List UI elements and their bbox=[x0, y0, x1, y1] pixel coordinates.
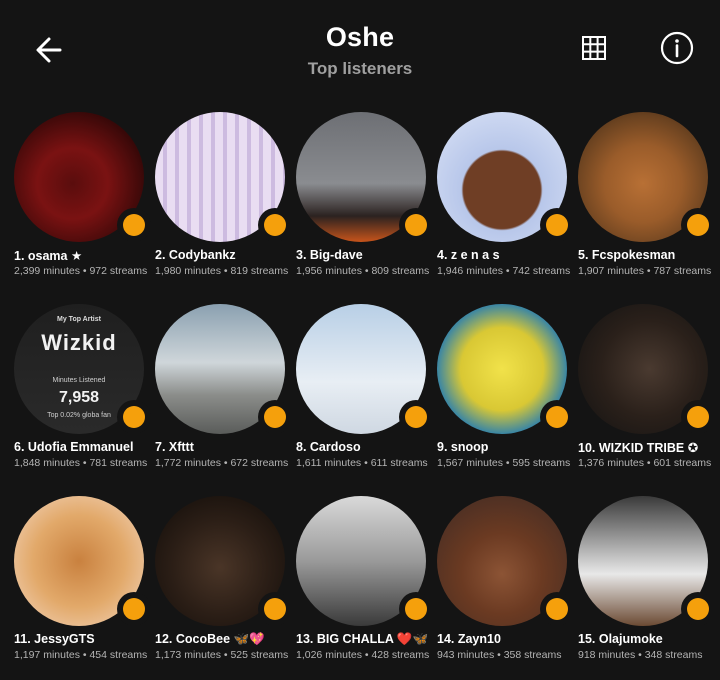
listener-card[interactable]: 14. Zayn10 943 minutes • 358 streams bbox=[437, 494, 578, 674]
badge-dot bbox=[399, 592, 433, 626]
listener-name: 10. WIZKID TRIBE ✪ bbox=[578, 441, 699, 455]
listener-name: 4. z e n a s bbox=[437, 248, 500, 262]
listener-stats: 1,907 minutes • 787 streams bbox=[578, 265, 712, 277]
listener-name: 5. Fcspokesman bbox=[578, 248, 676, 262]
listener-card[interactable]: 13. BIG CHALLA ❤️🦋 1,026 minutes • 428 s… bbox=[296, 494, 437, 674]
listener-name: 13. BIG CHALLA ❤️🦋 bbox=[296, 632, 429, 646]
page-subtitle: Top listeners bbox=[307, 59, 413, 78]
listener-card[interactable]: 10. WIZKID TRIBE ✪ 1,376 minutes • 601 s… bbox=[578, 302, 719, 482]
listener-stats: 1,197 minutes • 454 streams bbox=[14, 649, 148, 661]
listener-stats: 1,946 minutes • 742 streams bbox=[437, 265, 571, 277]
listener-stats: 2,399 minutes • 972 streams bbox=[14, 265, 148, 277]
badge-dot bbox=[399, 208, 433, 242]
listener-name: 6. Udofia Emmanuel bbox=[14, 440, 134, 454]
listener-stats: 1,567 minutes • 595 streams bbox=[437, 457, 571, 469]
listener-stats: 1,026 minutes • 428 streams bbox=[296, 649, 430, 661]
listener-name: 14. Zayn10 bbox=[437, 632, 501, 646]
minutes-caption: Minutes Listened bbox=[52, 377, 106, 384]
listener-card[interactable]: 11. JessyGTS 1,197 minutes • 454 streams bbox=[14, 494, 155, 674]
listener-stats: 1,848 minutes • 781 streams bbox=[14, 457, 148, 469]
listener-card[interactable]: 12. CocoBee 🦋💖 1,173 minutes • 525 strea… bbox=[155, 494, 296, 674]
listener-card[interactable]: 1. osama ★ 2,399 minutes • 972 streams bbox=[14, 110, 155, 290]
listener-card[interactable]: 5. Fcspokesman 1,907 minutes • 787 strea… bbox=[578, 110, 719, 290]
listener-name: 12. CocoBee 🦋💖 bbox=[155, 632, 265, 646]
listener-card[interactable]: 4. z e n a s 1,946 minutes • 742 streams bbox=[437, 110, 578, 290]
listener-card[interactable]: 7. Xfttt 1,772 minutes • 672 streams bbox=[155, 302, 296, 482]
listener-name: 11. JessyGTS bbox=[14, 632, 95, 646]
listener-stats: 1,611 minutes • 611 streams bbox=[296, 457, 428, 469]
listener-card[interactable]: 8. Cardoso 1,611 minutes • 611 streams bbox=[296, 302, 437, 482]
listener-card[interactable]: 3. Big-dave 1,956 minutes • 809 streams bbox=[296, 110, 437, 290]
grid-view-icon[interactable] bbox=[580, 34, 608, 62]
listener-card[interactable]: 2. Codybankz 1,980 minutes • 819 streams bbox=[155, 110, 296, 290]
listener-stats: 1,772 minutes • 672 streams bbox=[155, 457, 289, 469]
badge-dot bbox=[117, 592, 151, 626]
listener-name: 1. osama ★ bbox=[14, 249, 83, 263]
badge-dot bbox=[258, 592, 292, 626]
badge-dot bbox=[540, 400, 574, 434]
top-artist-caption: My Top Artist bbox=[57, 316, 101, 323]
badge-dot bbox=[258, 400, 292, 434]
listener-stats: 1,956 minutes • 809 streams bbox=[296, 265, 430, 277]
listener-stats: 1,980 minutes • 819 streams bbox=[155, 265, 289, 277]
listener-name: 9. snoop bbox=[437, 440, 489, 454]
badge-dot bbox=[540, 208, 574, 242]
badge-dot bbox=[117, 208, 151, 242]
badge-dot bbox=[258, 208, 292, 242]
badge-dot bbox=[540, 592, 574, 626]
badge-dot bbox=[681, 208, 715, 242]
badge-dot bbox=[681, 592, 715, 626]
listener-stats: 943 minutes • 358 streams bbox=[437, 649, 562, 661]
listener-name: 15. Olajumoke bbox=[578, 632, 663, 646]
listener-name: 3. Big-dave bbox=[296, 248, 363, 262]
listener-stats: 1,376 minutes • 601 streams bbox=[578, 457, 712, 469]
badge-dot bbox=[399, 400, 433, 434]
listener-card[interactable]: 15. Olajumoke 918 minutes • 348 streams bbox=[578, 494, 719, 674]
listener-stats: 1,173 minutes • 525 streams bbox=[155, 649, 289, 661]
badge-dot bbox=[117, 400, 151, 434]
title-block: Oshe Top listeners bbox=[0, 22, 720, 79]
header: Oshe Top listeners bbox=[0, 0, 720, 96]
top-artist-name: Wizkid bbox=[41, 330, 117, 355]
info-icon[interactable] bbox=[660, 31, 694, 65]
listener-card[interactable]: 9. snoop 1,567 minutes • 595 streams bbox=[437, 302, 578, 482]
listener-card[interactable]: My Top Artist Wizkid Minutes Listened 7,… bbox=[14, 302, 155, 482]
page-title: Oshe bbox=[325, 22, 395, 52]
listener-stats: 918 minutes • 348 streams bbox=[578, 649, 703, 661]
listener-name: 8. Cardoso bbox=[296, 440, 361, 454]
listener-name: 2. Codybankz bbox=[155, 248, 236, 262]
badge-dot bbox=[681, 400, 715, 434]
listener-name: 7. Xfttt bbox=[155, 440, 194, 454]
